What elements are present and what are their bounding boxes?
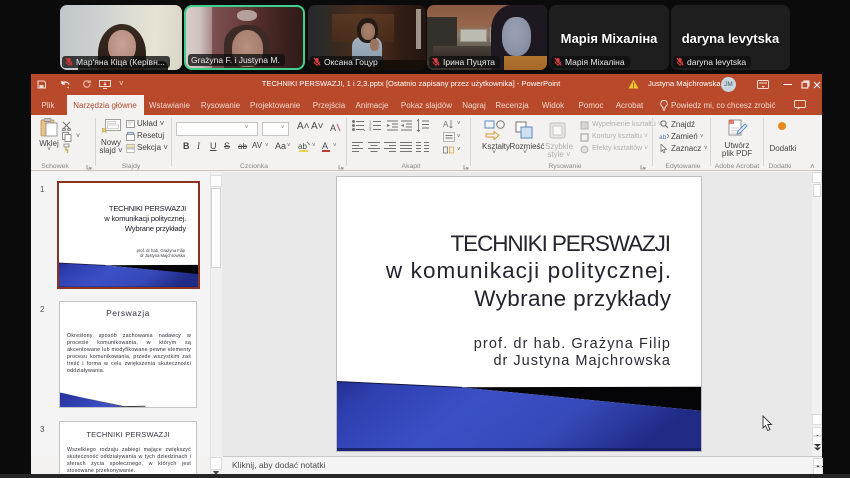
svg-text:ab: ab (298, 142, 307, 151)
svg-text:ab: ab (659, 134, 667, 141)
svg-text:A: A (443, 120, 449, 129)
svg-text:3: 3 (369, 127, 372, 131)
svg-text:A: A (322, 141, 328, 151)
svg-text:A: A (330, 123, 336, 133)
